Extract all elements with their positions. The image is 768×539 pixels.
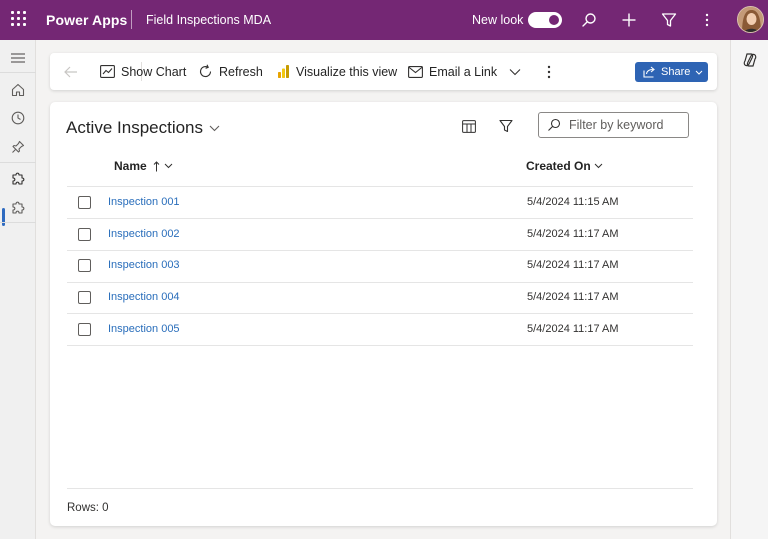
header-divider <box>131 10 132 29</box>
sort-ascending-icon <box>153 160 160 171</box>
filter-icon[interactable] <box>658 9 680 31</box>
record-name-link[interactable]: Inspection 002 <box>108 228 180 240</box>
home-icon[interactable] <box>8 80 28 100</box>
search-icon[interactable] <box>578 9 600 31</box>
chevron-down-icon <box>164 163 173 169</box>
email-link-label: Email a Link <box>429 64 498 79</box>
row-checkbox[interactable] <box>78 196 91 209</box>
overflow-chevron-icon[interactable] <box>509 53 527 90</box>
rail-divider <box>0 162 36 163</box>
new-look-toggle[interactable] <box>528 12 562 28</box>
share-icon <box>643 66 655 78</box>
view-filter-icon[interactable] <box>498 118 514 134</box>
refresh-icon <box>200 64 212 78</box>
table-row[interactable]: Inspection 003 5/4/2024 11:17 AM <box>67 250 693 282</box>
edit-columns-icon[interactable] <box>461 118 477 134</box>
hamburger-menu-icon[interactable] <box>8 48 28 68</box>
created-on-value: 5/4/2024 11:17 AM <box>527 228 619 240</box>
share-button[interactable]: Share <box>635 62 708 82</box>
view-title: Active Inspections <box>66 118 204 137</box>
view-panel: Active Inspections Filter by keyword Nam… <box>50 102 717 526</box>
row-checkbox[interactable] <box>78 228 91 241</box>
filter-placeholder: Filter by keyword <box>569 118 664 132</box>
chevron-down-icon <box>594 163 603 169</box>
footer-divider <box>67 488 693 489</box>
record-name-link[interactable]: Inspection 003 <box>108 259 180 271</box>
app-launcher-icon[interactable] <box>11 11 27 27</box>
search-icon <box>548 118 561 131</box>
record-name-link[interactable]: Inspection 004 <box>108 291 180 303</box>
user-avatar[interactable] <box>737 6 764 33</box>
command-bar: Show Chart Refresh Visualize this view E… <box>50 53 717 90</box>
name-column-header[interactable]: Name <box>114 159 173 173</box>
table-row[interactable]: Inspection 005 5/4/2024 11:17 AM <box>67 314 693 346</box>
active-indicator <box>2 208 5 226</box>
new-look-label: New look <box>472 13 524 27</box>
record-name-link[interactable]: Inspection 001 <box>108 196 180 208</box>
row-divider <box>67 345 693 346</box>
view-chevron-down-icon <box>209 125 220 131</box>
created-on-value: 5/4/2024 11:17 AM <box>527 259 619 271</box>
more-commands-icon[interactable] <box>547 53 557 90</box>
right-side-pane <box>730 40 768 539</box>
show-chart-button[interactable]: Show Chart <box>100 53 186 90</box>
filter-keyword-input[interactable]: Filter by keyword <box>538 112 689 138</box>
view-selector[interactable]: Active Inspections <box>66 118 220 138</box>
visualize-view-label: Visualize this view <box>296 64 398 79</box>
more-icon[interactable] <box>696 9 718 31</box>
share-label: Share <box>661 66 691 78</box>
recent-clock-icon[interactable] <box>8 108 28 128</box>
chart-icon <box>100 65 115 78</box>
row-checkbox[interactable] <box>78 259 91 272</box>
app-name[interactable]: Field Inspections MDA <box>146 13 271 27</box>
brand-name[interactable]: Power Apps <box>46 12 127 28</box>
record-name-link[interactable]: Inspection 005 <box>108 323 180 335</box>
plus-icon[interactable] <box>618 9 640 31</box>
created-on-value: 5/4/2024 11:15 AM <box>527 196 619 208</box>
app-header: Power Apps Field Inspections MDA New loo… <box>0 0 768 40</box>
puzzle-icon[interactable] <box>8 168 28 188</box>
table-row[interactable]: Inspection 002 5/4/2024 11:17 AM <box>67 219 693 251</box>
created-on-column-header[interactable]: Created On <box>526 159 603 173</box>
row-count: Rows: 0 <box>67 502 109 514</box>
created-on-column-label: Created On <box>526 159 591 173</box>
left-navigation-rail <box>0 40 36 539</box>
rail-divider <box>0 222 36 223</box>
copilot-icon[interactable] <box>742 52 758 68</box>
rail-divider <box>0 72 36 73</box>
puzzle-icon[interactable] <box>8 197 28 217</box>
visualize-view-button[interactable]: Visualize this view <box>277 53 397 90</box>
name-column-label: Name <box>114 159 147 173</box>
table-row[interactable]: Inspection 004 5/4/2024 11:17 AM <box>67 282 693 314</box>
email-link-button[interactable]: Email a Link <box>408 53 497 90</box>
back-arrow-icon[interactable] <box>64 53 84 90</box>
created-on-value: 5/4/2024 11:17 AM <box>527 291 619 303</box>
email-link-icon <box>408 65 423 78</box>
created-on-value: 5/4/2024 11:17 AM <box>527 323 619 335</box>
pinned-icon[interactable] <box>8 137 28 157</box>
refresh-label: Refresh <box>219 64 263 79</box>
row-checkbox[interactable] <box>78 323 91 336</box>
power-bi-icon <box>278 65 289 78</box>
refresh-button[interactable]: Refresh <box>198 53 263 90</box>
share-chevron-icon <box>696 70 703 75</box>
row-checkbox[interactable] <box>78 291 91 304</box>
table-row[interactable]: Inspection 001 5/4/2024 11:15 AM <box>67 187 693 219</box>
show-chart-label: Show Chart <box>121 64 187 79</box>
